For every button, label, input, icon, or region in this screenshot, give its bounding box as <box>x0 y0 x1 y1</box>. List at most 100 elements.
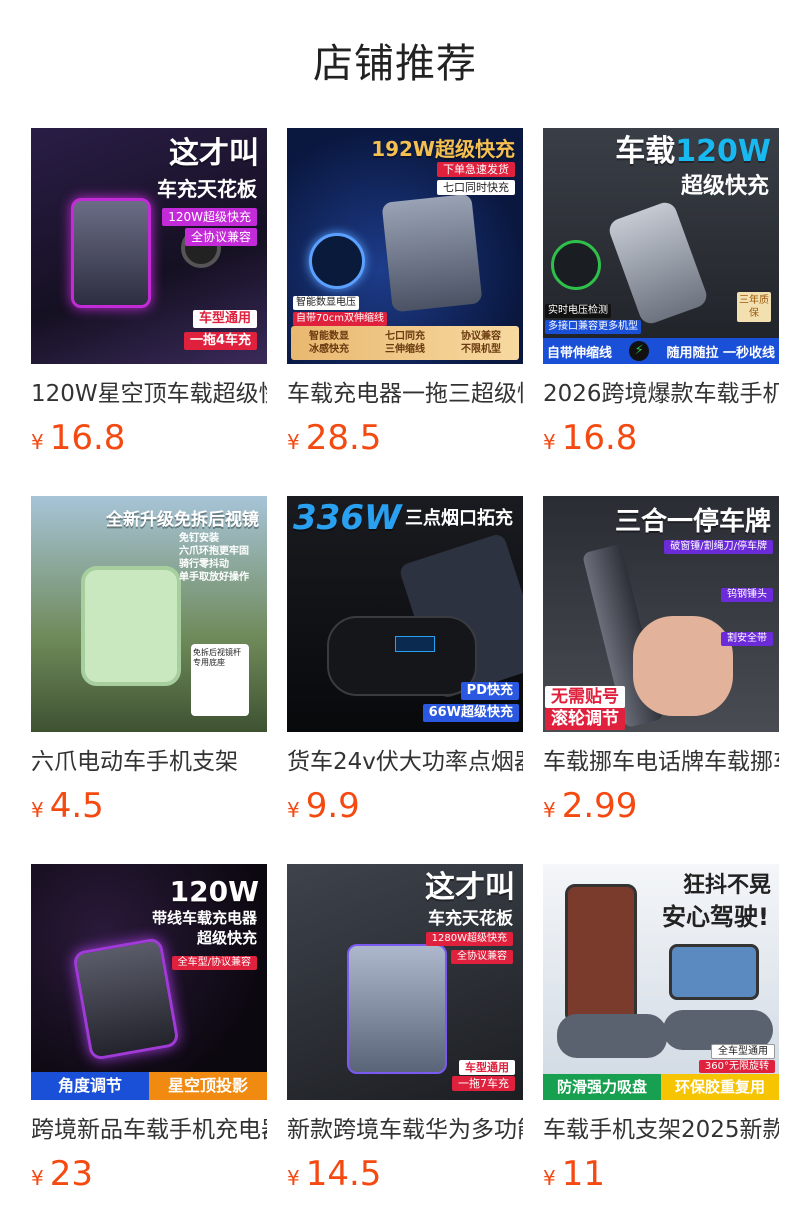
feature-item: 防滑强力吸盘 <box>543 1074 661 1100</box>
price-amount: 14.5 <box>305 1154 382 1194</box>
product-price: ¥16.8 <box>31 418 125 458</box>
product-image[interactable]: 车载120W 超级快充 实时电压检测 多接口兼容更多机型 三年质保 自带伸缩线 … <box>543 128 779 364</box>
product-image[interactable]: 这才叫 车充天花板 120W超级快充 全协议兼容 车型通用 一拖4车充 <box>31 128 267 364</box>
product-card[interactable]: 这才叫 车充天花板 120W超级快充 全协议兼容 车型通用 一拖4车充 120W… <box>31 128 267 496</box>
image-tag: 免拆后视镜杆专用底座 <box>193 648 241 667</box>
currency-symbol: ¥ <box>543 430 556 454</box>
product-image[interactable]: 狂抖不晃 安心驾驶! 全车型通用 360°无限旋转 防滑强力吸盘 环保胶重复用 <box>543 864 779 1100</box>
product-card[interactable]: 三合一停车牌 破窗锤/割绳刀/停车牌 钨钢锤头 割安全带 无需贴号 滚轮调节 车… <box>543 496 779 864</box>
product-name[interactable]: 120W星空顶车载超级快充 <box>31 378 267 410</box>
feature-item: 环保胶重复用 <box>661 1074 779 1100</box>
image-tag: 自带70cm双伸缩线 <box>293 312 387 326</box>
product-name[interactable]: 跨境新品车载手机充电器 <box>31 1114 267 1146</box>
feature-item: 单手取放好操作 <box>179 572 249 583</box>
product-price: ¥4.5 <box>31 786 104 826</box>
product-price: ¥11 <box>543 1154 605 1194</box>
image-tag: 钨钢锤头 <box>721 588 773 602</box>
feature-item: 骑行零抖动 <box>179 559 229 570</box>
page-title: 店铺推荐 <box>313 41 477 87</box>
currency-symbol: ¥ <box>287 798 300 822</box>
image-tag: 全协议兼容 <box>184 228 257 246</box>
product-name[interactable]: 货车24v伏大功率点烟器 <box>287 746 523 778</box>
product-name[interactable]: 车载手机支架2025新款 <box>543 1114 779 1146</box>
image-headline: 三合一停车牌 <box>614 507 771 537</box>
product-image[interactable]: 120W 带线车载充电器 超级快充 全车型/协议兼容 角度调节 星空顶投影 <box>31 864 267 1100</box>
product-name[interactable]: 六爪电动车手机支架 <box>31 746 267 778</box>
product-name[interactable]: 车载充电器一拖三超级快充 <box>287 378 523 410</box>
product-price: ¥14.5 <box>287 1154 381 1194</box>
product-card[interactable]: 车载120W 超级快充 实时电压检测 多接口兼容更多机型 三年质保 自带伸缩线 … <box>543 128 779 496</box>
image-tag: 全车型通用 <box>711 1044 775 1059</box>
voltage-display <box>551 240 601 290</box>
product-image[interactable]: 这才叫 车充天花板 1280W超级快充 全协议兼容 车型通用 一拖7车充 <box>287 864 523 1100</box>
product-name[interactable]: 2026跨境爆款车载手机快充 <box>543 378 779 410</box>
voltage-readout <box>395 636 435 652</box>
image-headline: 这才叫 <box>169 136 259 171</box>
image-tag: 智能数显电压 <box>293 296 359 310</box>
charger-illustration <box>71 198 151 308</box>
product-image[interactable]: 三合一停车牌 破窗锤/割绳刀/停车牌 钨钢锤头 割安全带 无需贴号 滚轮调节 <box>543 496 779 732</box>
image-tag: 一拖4车充 <box>183 332 257 350</box>
currency-symbol: ¥ <box>287 1166 300 1190</box>
display-illustration <box>309 233 365 289</box>
image-tag: 实时电压检测 <box>545 304 611 318</box>
image-tag: 无需贴号 <box>545 686 625 708</box>
charger-illustration <box>72 937 180 1061</box>
feature-item: 星空顶投影 <box>149 1072 267 1100</box>
product-image[interactable]: 336W 三点烟口拓充 PD快充 66W超级快充 <box>287 496 523 732</box>
product-card[interactable]: 120W 带线车载充电器 超级快充 全车型/协议兼容 角度调节 星空顶投影 跨境… <box>31 864 267 1232</box>
price-amount: 16.8 <box>561 418 638 458</box>
feature-item: 七口同充 三伸缩线 <box>385 331 425 355</box>
image-subline: 车充天花板 <box>428 909 513 929</box>
charger-illustration <box>381 193 483 313</box>
image-tag: 1280W超级快充 <box>425 932 513 946</box>
stand-illustration <box>557 1014 667 1058</box>
image-tag: 滚轮调节 <box>545 708 625 730</box>
product-card[interactable]: 这才叫 车充天花板 1280W超级快充 全协议兼容 车型通用 一拖7车充 新款跨… <box>287 864 523 1232</box>
image-tag: 全协议兼容 <box>451 950 513 964</box>
image-subline: 三点烟口拓充 <box>405 508 513 529</box>
product-price: ¥16.8 <box>543 418 637 458</box>
image-tag: 120W超级快充 <box>162 208 257 226</box>
image-tag: PD快充 <box>460 682 519 700</box>
product-price: ¥9.9 <box>287 786 360 826</box>
product-card[interactable]: 全新升级免拆后视镜 免钉安装 六爪环抱更牢固 骑行零抖动 单手取放好操作 免拆后… <box>31 496 267 864</box>
feature-item: 自带伸缩线 <box>547 345 613 361</box>
product-card[interactable]: 336W 三点烟口拓充 PD快充 66W超级快充 货车24v伏大功率点烟器 ¥9… <box>287 496 523 864</box>
image-tag: 66W超级快充 <box>422 704 519 722</box>
image-headline: 192W超级快充 <box>371 137 515 161</box>
feature-item: 协议兼容 不限机型 <box>461 331 501 355</box>
feature-list: 免钉安装 六爪环抱更牢固 骑行零抖动 单手取放好操作 <box>179 532 249 584</box>
image-tag: 三年质保 <box>737 292 771 322</box>
phone-illustration <box>669 944 759 1000</box>
feature-bar: 自带伸缩线 ⚡ 随用随拉 一秒收线 <box>543 338 779 364</box>
feature-bar: 角度调节 星空顶投影 <box>31 1072 267 1100</box>
price-amount: 28.5 <box>305 418 382 458</box>
product-image[interactable]: 192W超级快充 下单急速发货 七口同时快充 智能数显电压 自带70cm双伸缩线… <box>287 128 523 364</box>
image-tag: 破窗锤/割绳刀/停车牌 <box>664 540 773 554</box>
price-amount: 2.99 <box>561 786 638 826</box>
image-tag: 下单急速发货 <box>437 162 515 177</box>
image-tag: 车型通用 <box>459 1060 515 1075</box>
currency-symbol: ¥ <box>31 798 44 822</box>
product-grid: 这才叫 车充天花板 120W超级快充 全协议兼容 车型通用 一拖4车充 120W… <box>31 128 779 1232</box>
image-headline: 这才叫 <box>425 870 515 905</box>
product-name[interactable]: 车载挪车电话牌车载挪车 <box>543 746 779 778</box>
product-card[interactable]: 192W超级快充 下单急速发货 七口同时快充 智能数显电压 自带70cm双伸缩线… <box>287 128 523 496</box>
image-subline: 带线车载充电器 超级快充 <box>151 909 257 947</box>
product-card[interactable]: 狂抖不晃 安心驾驶! 全车型通用 360°无限旋转 防滑强力吸盘 环保胶重复用 … <box>543 864 779 1232</box>
image-headline: 车载120W <box>615 134 771 169</box>
feature-item: 随用随拉 一秒收线 <box>666 345 775 361</box>
image-tag: 一拖7车充 <box>452 1076 515 1091</box>
product-image[interactable]: 全新升级免拆后视镜 免钉安装 六爪环抱更牢固 骑行零抖动 单手取放好操作 免拆后… <box>31 496 267 732</box>
image-tag: 七口同时快充 <box>437 180 515 195</box>
charger-illustration <box>347 944 447 1074</box>
product-price: ¥28.5 <box>287 418 381 458</box>
product-price: ¥2.99 <box>543 786 637 826</box>
image-headline: 336W <box>293 498 402 538</box>
image-headline: 狂抖不晃 <box>682 873 771 898</box>
price-amount: 23 <box>49 1154 93 1194</box>
product-name[interactable]: 新款跨境车载华为多功能快充 <box>287 1114 523 1146</box>
feature-bar: 防滑强力吸盘 环保胶重复用 <box>543 1074 779 1100</box>
price-amount: 16.8 <box>49 418 126 458</box>
